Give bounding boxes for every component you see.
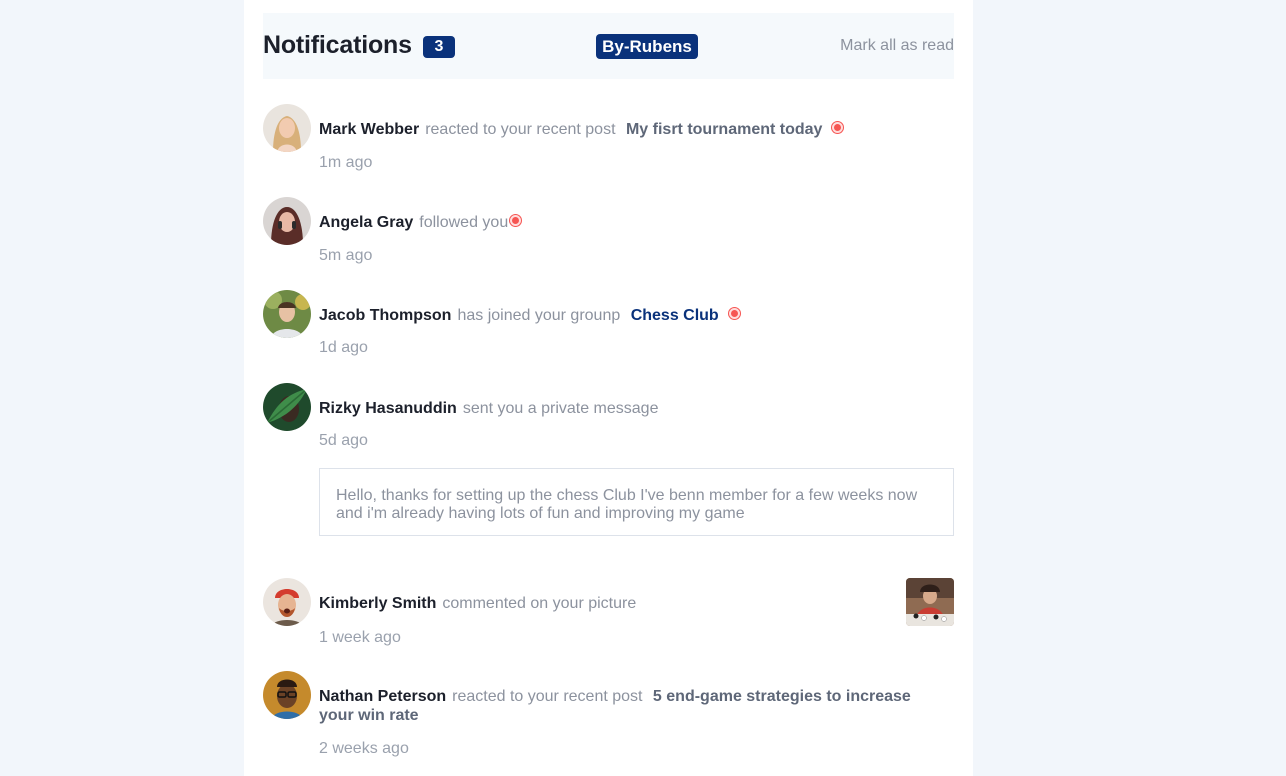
notification-item[interactable]: Jacob Thompson has joined your grounp Che… — [263, 290, 954, 360]
woman-blonde-avatar-icon[interactable] — [263, 104, 311, 152]
page-title: Notifications — [263, 31, 412, 59]
author-badge: By-Rubens — [596, 34, 698, 59]
notification-action: sent you a private message — [462, 400, 659, 417]
unread-count-badge: 3 — [423, 36, 455, 58]
notification-item[interactable]: Kimberly Smith commented on your picture … — [263, 578, 954, 648]
user-name[interactable]: Angela Gray — [319, 214, 413, 231]
notification-action: commented on your picture — [442, 595, 637, 612]
notification-action: reacted to your recent post — [452, 688, 643, 705]
unread-dot-icon — [728, 308, 740, 319]
woman-red-hair-avatar-icon[interactable] — [263, 197, 311, 245]
group-link[interactable]: Chess Club — [631, 307, 719, 324]
notification-text: Jacob Thompson has joined your grounp Che… — [319, 306, 954, 325]
notification-time: 5m ago — [319, 247, 373, 264]
user-name[interactable]: Nathan Peterson — [319, 688, 446, 705]
user-name[interactable]: Rizky Hasanuddin — [319, 400, 457, 417]
notification-text: Kimberly Smith commented on your picture — [319, 594, 954, 613]
notification-time: 1m ago — [319, 154, 373, 171]
notification-action: followed you — [419, 214, 509, 231]
notification-action: reacted to your recent post — [425, 121, 616, 138]
private-message-preview[interactable]: Hello, thanks for setting up the chess C… — [319, 468, 954, 536]
user-name[interactable]: Kimberly Smith — [319, 595, 436, 612]
notification-action: has joined your grounp — [457, 307, 621, 324]
man-green-background-avatar-icon[interactable] — [263, 290, 311, 338]
notification-item[interactable]: Angela Gray followed you 5m ago — [263, 197, 954, 267]
unread-dot-icon — [510, 215, 522, 226]
chess-photo-thumbnail-icon[interactable] — [906, 578, 954, 626]
notifications-header: Notifications 3 By-Rubens Mark all as re… — [263, 13, 954, 79]
notification-time: 1d ago — [319, 339, 368, 356]
notification-text: Angela Gray followed you — [319, 213, 954, 232]
notification-text: Nathan Peterson reacted to your recent po… — [319, 687, 944, 725]
notification-text: Rizky Hasanuddin sent you a private messa… — [319, 399, 954, 418]
unread-dot-icon — [832, 122, 844, 133]
man-glasses-avatar-icon[interactable] — [263, 671, 311, 719]
notification-time: 2 weeks ago — [319, 740, 409, 757]
notifications-card: Notifications 3 By-Rubens Mark all as re… — [244, 0, 973, 776]
notification-item[interactable]: Rizky Hasanuddin sent you a private messa… — [263, 383, 954, 539]
user-name[interactable]: Mark Webber — [319, 121, 419, 138]
notification-time: 5d ago — [319, 432, 368, 449]
man-red-hat-avatar-icon[interactable] — [263, 578, 311, 626]
notification-item[interactable]: Mark Webber reacted to your recent post M… — [263, 104, 954, 174]
mark-all-as-read-button[interactable]: Mark all as read — [840, 37, 954, 55]
notification-time: 1 week ago — [319, 629, 401, 646]
notification-text: Mark Webber reacted to your recent post M… — [319, 120, 954, 139]
user-name[interactable]: Jacob Thompson — [319, 307, 451, 324]
notification-item[interactable]: Nathan Peterson reacted to your recent po… — [263, 671, 954, 761]
post-link[interactable]: My fisrt tournament today — [626, 121, 822, 138]
person-leaf-avatar-icon[interactable] — [263, 383, 311, 431]
